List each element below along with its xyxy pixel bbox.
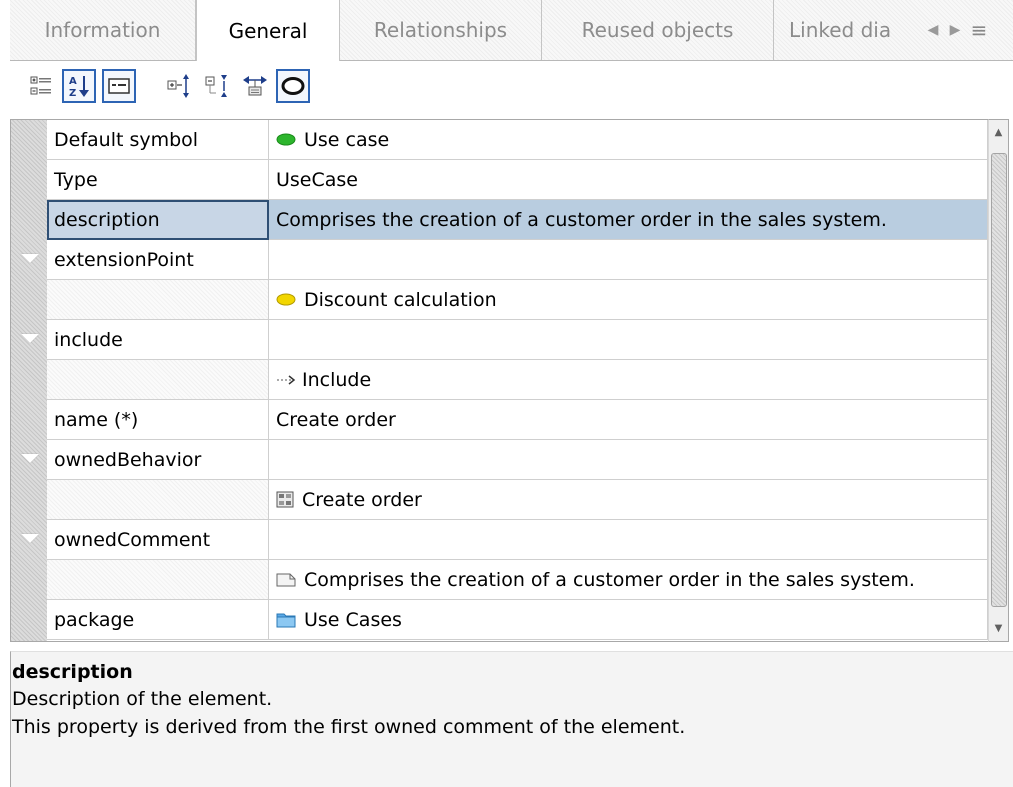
property-name: description [47,200,269,240]
tab-list-menu-icon[interactable]: ≡ [970,18,988,42]
collapse-all-button[interactable] [200,69,234,103]
property-grid: Default symbol Use case Type UseCase des… [10,119,988,642]
property-toolbar: A Z [10,62,1013,112]
tab-reused-objects[interactable]: Reused objects [542,0,774,60]
tab-linked-diagrams-label: Linked dia [789,18,892,42]
property-name: Type [47,160,269,200]
property-value-text: Include [302,368,372,391]
property-row-owned-comment-item[interactable]: Comprises the creation of a customer ord… [47,560,988,600]
expand-triangle-icon[interactable] [21,254,39,263]
property-value-text: Use Cases [304,608,402,631]
tab-information-label: Information [44,18,161,42]
tab-general[interactable]: General [196,0,340,61]
property-row-extension-point[interactable]: extensionPoint [21,240,988,280]
expand-triangle-icon[interactable] [21,454,39,463]
use-case-green-ellipse-icon [276,133,296,146]
property-value[interactable]: Use Cases [269,600,988,640]
extension-point-yellow-ellipse-icon [276,293,296,306]
property-value[interactable]: Create order [269,400,988,440]
property-value [269,320,988,360]
comment-icon [276,573,296,586]
property-row-owned-comment[interactable]: ownedComment [21,520,988,560]
sort-alphabetical-icon: A Z [69,76,89,99]
property-value[interactable]: Discount calculation [269,280,988,320]
description-pane: description Description of the element. … [10,651,1013,787]
categorized-view-icon [30,76,51,95]
tab-scroll-right-icon[interactable]: ▶ [946,20,964,40]
property-value[interactable]: Include [269,360,988,400]
include-arrow-icon [277,374,296,385]
collapse-all-icon [205,75,227,97]
filter-properties-button[interactable] [238,69,272,103]
property-value-text: Discount calculation [304,288,497,311]
show-all-button[interactable] [276,69,310,103]
tab-reused-objects-label: Reused objects [581,18,734,42]
property-value[interactable]: Comprises the creation of a customer ord… [269,200,988,240]
expand-all-icon [167,74,189,98]
tab-strip: Information General Relationships Reused… [10,0,1013,61]
property-row-package[interactable]: package Use Cases [47,600,988,640]
tab-linked-diagrams[interactable]: Linked dia [774,0,924,60]
property-row-owned-behavior[interactable]: ownedBehavior [21,440,988,480]
expand-triangle-icon[interactable] [21,334,39,343]
expand-triangle-icon[interactable] [21,534,39,543]
property-name: Default symbol [47,120,269,160]
property-name: package [47,600,269,640]
property-row-type[interactable]: Type UseCase [47,160,988,200]
show-description-icon [108,78,130,94]
property-name [47,560,269,600]
property-row-include[interactable]: include [21,320,988,360]
tab-general-label: General [228,18,308,43]
show-all-eye-icon [281,77,305,95]
tab-relationships[interactable]: Relationships [340,0,542,60]
property-value [269,440,988,480]
tab-relationships-label: Relationships [373,18,508,42]
property-value-text: Create order [302,488,422,511]
scrollbar-thumb[interactable] [991,153,1007,607]
vertical-scrollbar[interactable]: ▲ ▼ [988,119,1009,642]
property-row-name[interactable]: name (*) Create order [47,400,988,440]
property-name [47,280,269,320]
property-name: include [47,320,269,360]
tab-information[interactable]: Information [10,0,196,60]
property-value[interactable]: Create order [269,480,988,520]
property-value [269,240,988,280]
property-value[interactable]: Use case [269,120,988,160]
property-value[interactable]: UseCase [269,160,988,200]
grid-gutter [11,120,47,641]
property-name: name (*) [47,400,269,440]
property-row-include-item[interactable]: Include [47,360,988,400]
show-description-button[interactable] [102,69,136,103]
scroll-up-icon[interactable]: ▲ [989,122,1008,143]
property-row-owned-behavior-item[interactable]: Create order [47,480,988,520]
description-title: description [12,661,133,683]
svg-text:Z: Z [69,88,76,99]
expand-all-button[interactable] [162,69,196,103]
property-name: extensionPoint [47,240,269,280]
property-name: ownedBehavior [47,440,269,480]
property-value[interactable]: Comprises the creation of a customer ord… [269,560,988,600]
property-value-text: Comprises the creation of a customer ord… [304,568,915,591]
property-row-description[interactable]: description Comprises the creation of a … [47,200,988,240]
description-line: This property is derived from the first … [12,716,686,738]
description-line: Description of the element. [12,688,273,710]
categorized-view-button[interactable] [24,69,58,103]
property-row-default-symbol[interactable]: Default symbol Use case [47,120,988,160]
sort-alphabetical-button[interactable]: A Z [62,69,96,103]
package-folder-icon [276,613,296,628]
behavior-icon [276,491,294,508]
property-name [47,360,269,400]
svg-text:A: A [69,76,77,87]
property-name: ownedComment [47,520,269,560]
property-value [269,520,988,560]
scroll-down-icon[interactable]: ▼ [989,618,1008,639]
tab-scroll-left-icon[interactable]: ◀ [924,20,942,40]
property-row-extension-point-item[interactable]: Discount calculation [47,280,988,320]
filter-properties-icon [243,76,267,96]
property-name [47,480,269,520]
property-value-text: Use case [304,128,390,151]
